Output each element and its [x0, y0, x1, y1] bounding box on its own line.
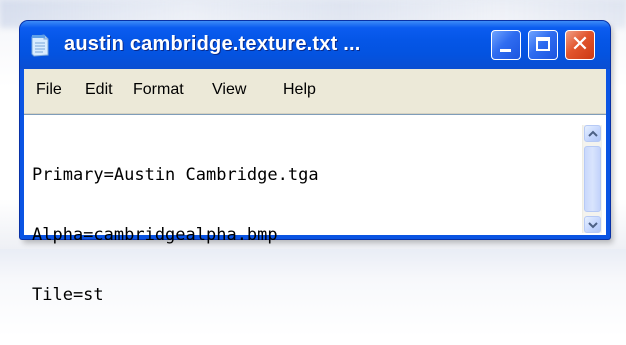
editor-line: Primary=Austin Cambridge.tga [32, 165, 319, 185]
maximize-button[interactable] [528, 30, 558, 60]
menu-bar: File Edit Format View Help [24, 69, 606, 114]
scroll-up-button[interactable] [584, 125, 601, 142]
minimize-button[interactable] [491, 30, 521, 60]
scroll-down-button[interactable] [584, 216, 601, 233]
editor-text-area[interactable]: Primary=Austin Cambridge.tga Alpha=cambr… [32, 125, 552, 345]
editor-line: Alpha=cambridgealpha.bmp [32, 225, 278, 245]
menu-file[interactable]: File [36, 81, 62, 99]
arrow-up-icon [588, 130, 598, 137]
menu-edit[interactable]: Edit [85, 81, 113, 99]
vertical-scrollbar[interactable] [582, 125, 602, 233]
menu-view[interactable]: View [212, 81, 246, 99]
scroll-thumb[interactable] [584, 146, 601, 212]
notepad-window: austin cambridge.texture.txt ... ✕ File … [20, 21, 610, 305]
menu-help[interactable]: Help [283, 81, 316, 99]
notepad-icon [30, 34, 50, 57]
editor-line: Tile=st [32, 285, 104, 305]
arrow-down-icon [588, 222, 598, 229]
minimize-icon [500, 49, 511, 52]
close-icon: ✕ [570, 32, 590, 57]
text-editor[interactable]: Primary=Austin Cambridge.tga Alpha=cambr… [24, 114, 606, 305]
close-button[interactable]: ✕ [565, 30, 595, 60]
title-bar[interactable]: austin cambridge.texture.txt ... ✕ [20, 21, 610, 69]
menu-format[interactable]: Format [133, 81, 184, 99]
maximize-icon [536, 37, 550, 51]
window-title: austin cambridge.texture.txt ... [64, 33, 361, 55]
